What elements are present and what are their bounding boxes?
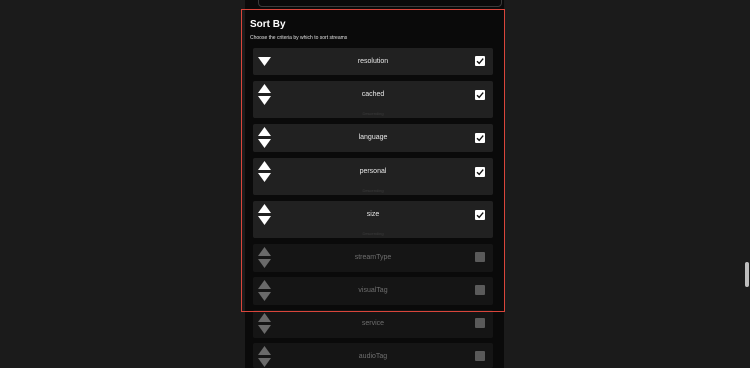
- scrollbar-track[interactable]: [742, 0, 750, 368]
- previous-section-card: [258, 0, 502, 7]
- sort-by-highlight-box: [241, 9, 505, 312]
- checkbox[interactable]: [475, 351, 485, 361]
- criterion-label: service: [361, 320, 385, 327]
- scrollbar-thumb[interactable]: [745, 262, 749, 287]
- checkbox[interactable]: [475, 318, 485, 328]
- sort-criterion-audiotag[interactable]: audioTag: [253, 343, 493, 368]
- page: Sort By Choose the criteria by which to …: [0, 0, 750, 368]
- criterion-label: audioTag: [358, 353, 388, 360]
- sort-criterion-service[interactable]: service: [253, 310, 493, 338]
